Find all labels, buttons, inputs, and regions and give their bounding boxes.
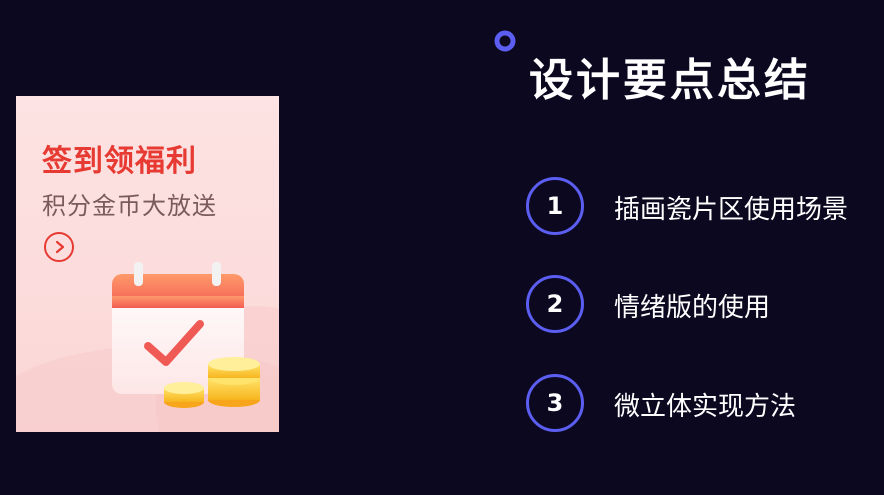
- calendar-check-icon: [112, 262, 260, 408]
- card-title: 签到领福利: [42, 144, 197, 179]
- sign-in-promo-card[interactable]: 签到领福利 积分金币大放送: [16, 96, 279, 432]
- item-number-badge: 2: [526, 275, 584, 333]
- arrow-right-icon[interactable]: [44, 232, 74, 262]
- item-label: 情绪版的使用: [614, 293, 771, 323]
- item-number-badge: 1: [526, 177, 584, 235]
- item-label: 插画瓷片区使用场景: [614, 195, 849, 225]
- page-title: 设计要点总结: [529, 55, 811, 106]
- ring-deco-icon: [494, 30, 516, 52]
- card-subtitle: 积分金币大放送: [42, 192, 217, 220]
- item-label: 微立体实现方法: [614, 392, 797, 422]
- item-number-badge: 3: [526, 374, 584, 432]
